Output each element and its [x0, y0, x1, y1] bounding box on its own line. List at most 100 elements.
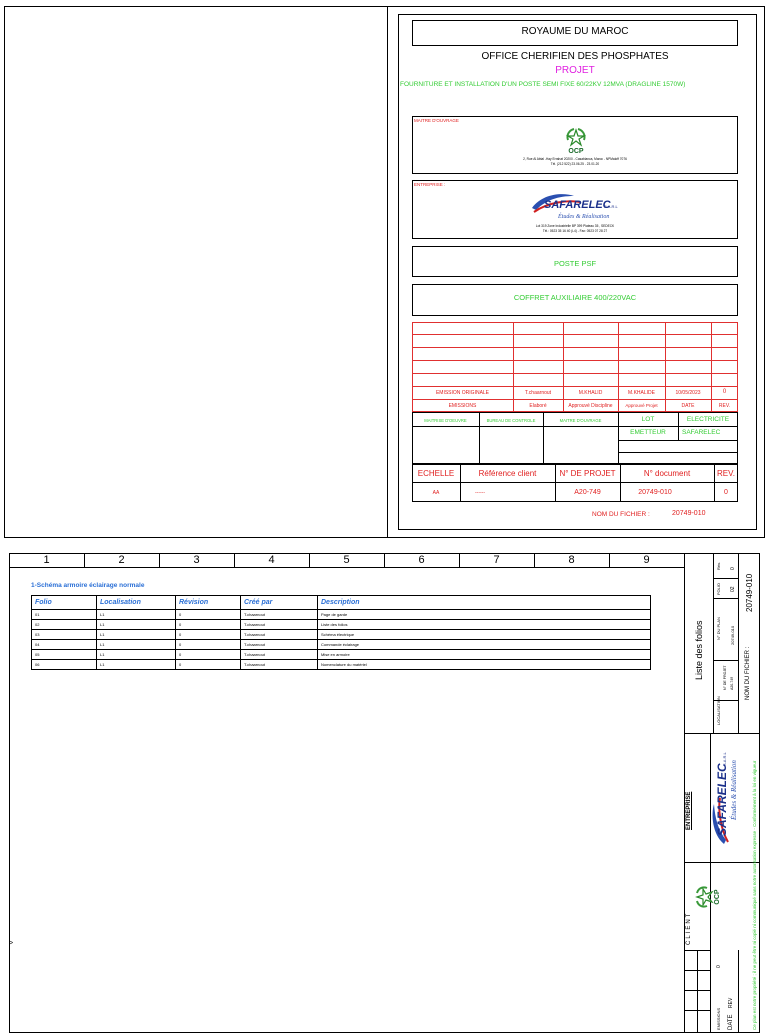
right-rev-value: 0	[730, 567, 736, 570]
lot-label: LOT	[641, 416, 655, 423]
col-num-3: 3	[193, 554, 200, 566]
ocp-address: 2, Rue Al Abtal -Hay Errahat 20200 - Cas…	[523, 157, 627, 161]
cell: 0	[175, 659, 241, 670]
maitre-ouvrage-label: MAITRE D'OUVRAGE	[414, 118, 459, 123]
right-entreprise: ENTREPRISE	[686, 791, 692, 830]
cell: L1	[96, 639, 176, 650]
cell: L1	[96, 619, 176, 630]
svg-text:SAFARELEC: SAFARELEC	[715, 763, 729, 836]
rev-by3: M.KHALIDE	[628, 390, 655, 396]
cell: Liste des folios	[317, 619, 651, 630]
right-date-label: DATE	[728, 1014, 734, 1030]
th-description: Description	[317, 595, 651, 610]
table-row: 02 L1 0 T.chaarnout Liste des folios	[31, 619, 651, 630]
company-text: OFFICE CHERIFIEN DES PHOSPHATES	[481, 51, 669, 62]
cell: T.chaarnout	[240, 629, 318, 640]
cell: L1	[96, 609, 176, 620]
col-num-4: 4	[268, 554, 275, 566]
poste-text: POSTE PSF	[553, 259, 597, 268]
maitre-ouvrage2: MAITRE D'OUVRAGE	[559, 418, 602, 423]
cell: T.chaarnout	[240, 609, 318, 620]
cell: 04	[31, 639, 97, 650]
right-loc-label: LOCALISATION	[716, 696, 721, 725]
maitrise-oeuvre: MAITRISE D'OEUVRE	[424, 418, 467, 423]
right-rev-label: Rév.	[716, 562, 721, 570]
col-num-6: 6	[418, 554, 425, 566]
svg-text:Études & Réalisation: Études & Réalisation	[557, 212, 609, 220]
edge-mark: >	[9, 940, 14, 947]
cell: Schéma électrique	[317, 629, 651, 640]
nom-fichier-label: NOM DU FICHIER :	[592, 511, 650, 518]
right-emis-value: 0	[716, 965, 722, 968]
emetteur-label: EMETTEUR	[630, 429, 666, 436]
rev-header-discipline: Approuvé Discipline	[568, 403, 613, 409]
th-folio: Folio	[31, 595, 97, 610]
cell: 06	[31, 659, 97, 670]
cell: 0	[175, 629, 241, 640]
cell: 0	[175, 639, 241, 650]
nom-fichier-value: 20749-010	[672, 510, 706, 517]
entreprise-label: ENTREPRISE :	[414, 182, 446, 187]
right-emis-label: EMISSIONS	[716, 1007, 721, 1030]
rev-value: 0	[722, 389, 727, 395]
ocp-phone: Tél. (212 522) 23.06.25 - 23.01.20	[550, 162, 600, 166]
table-row: 03 L1 0 T.chaarnout Schéma électrique	[31, 629, 651, 640]
col-num-8: 8	[568, 554, 575, 566]
rev-by1: T.chaarnout	[524, 390, 552, 396]
safarelec-logo-icon: SAFARELEC S.A.R.L Études & Réalisation	[528, 190, 620, 222]
cell: Commande éclairage	[317, 639, 651, 650]
rev-header-date: DATE	[681, 403, 695, 409]
svg-text:SAFARELEC: SAFARELEC	[544, 199, 612, 211]
table-row: 06 L1 0 T.chaarnout Nomenclature du maté…	[31, 659, 651, 670]
svg-text:S.A.R.L: S.A.R.L	[604, 204, 619, 209]
cell: T.chaarnout	[240, 619, 318, 630]
safarelec-phone: Tél.: 0523 35 16 40 (L4) - Fax: 0523 07 …	[542, 229, 608, 233]
coffret-text: COFFRET AUXILIAIRE 400/220VAC	[513, 293, 637, 302]
projet-no-label: N° DE PROJET	[559, 469, 616, 478]
th-revision: Révision	[175, 595, 241, 610]
cell: 0	[175, 649, 241, 660]
right-title: Liste des folios	[694, 620, 704, 680]
table-row: 05 L1 0 T.chaarnout Mise en armoire	[31, 649, 651, 660]
rev-value-ref: 0	[724, 489, 728, 496]
col-num-1: 1	[43, 554, 50, 566]
svg-text:OCP: OCP	[568, 148, 584, 154]
cell: Nomenclature du matériel	[317, 659, 651, 670]
col-num-9: 9	[643, 554, 650, 566]
right-doc-no: 20749-010	[745, 573, 754, 612]
cell: T.chaarnout	[240, 639, 318, 650]
th-localisation: Localisation	[96, 595, 176, 610]
cell: 01	[31, 609, 97, 620]
projet-label: PROJET	[555, 65, 595, 76]
echelle-label: ECHELLE	[417, 469, 455, 478]
folio-table: Folio Localisation Révision Créé par Des…	[31, 595, 651, 670]
cell: Page de garde	[317, 609, 651, 620]
cell: L1	[96, 659, 176, 670]
right-projet-label: N° DE PROJET	[723, 665, 727, 690]
country-text: ROYAUME DU MAROC	[521, 26, 629, 37]
th-cree-par: Créé par	[240, 595, 318, 610]
rev-label: REV.	[717, 469, 735, 478]
ref-client-label: Référence client	[478, 469, 537, 478]
section-title: 1-Schéma armoire éclairage normale	[31, 582, 145, 589]
cell: T.chaarnout	[240, 649, 318, 660]
cell: T.chaarnout	[240, 659, 318, 670]
lot-value: ELECTRICITE	[686, 416, 730, 423]
right-client: CLIENT	[686, 911, 692, 945]
svg-text:S.A.R.L: S.A.R.L	[722, 751, 727, 766]
ref-client-value: ------	[475, 490, 485, 496]
cover-divider	[387, 6, 388, 538]
right-ocp-logo-icon: OCP	[694, 874, 721, 914]
cell: L1	[96, 649, 176, 660]
cell: 0	[175, 609, 241, 620]
right-plan-label: N° DU PLAN	[716, 617, 721, 640]
emetteur-value: SAFARELEC	[682, 429, 721, 436]
cell: 02	[31, 619, 97, 630]
bureau-controle: BUREAU DE CONTROLE	[486, 418, 536, 423]
col-num-2: 2	[118, 554, 125, 566]
right-safarelec-logo-icon: SAFARELEC S.A.R.L Études & Réalisation	[710, 748, 740, 848]
cell: 03	[31, 629, 97, 640]
rev-by2: M.KHALID	[578, 390, 603, 396]
safarelec-address: Lot 319 Zone Industrielle BP 399 Plateau…	[535, 224, 615, 228]
project-title: FOURNITURE ET INSTALLATION D'UN POSTE SE…	[400, 81, 686, 88]
